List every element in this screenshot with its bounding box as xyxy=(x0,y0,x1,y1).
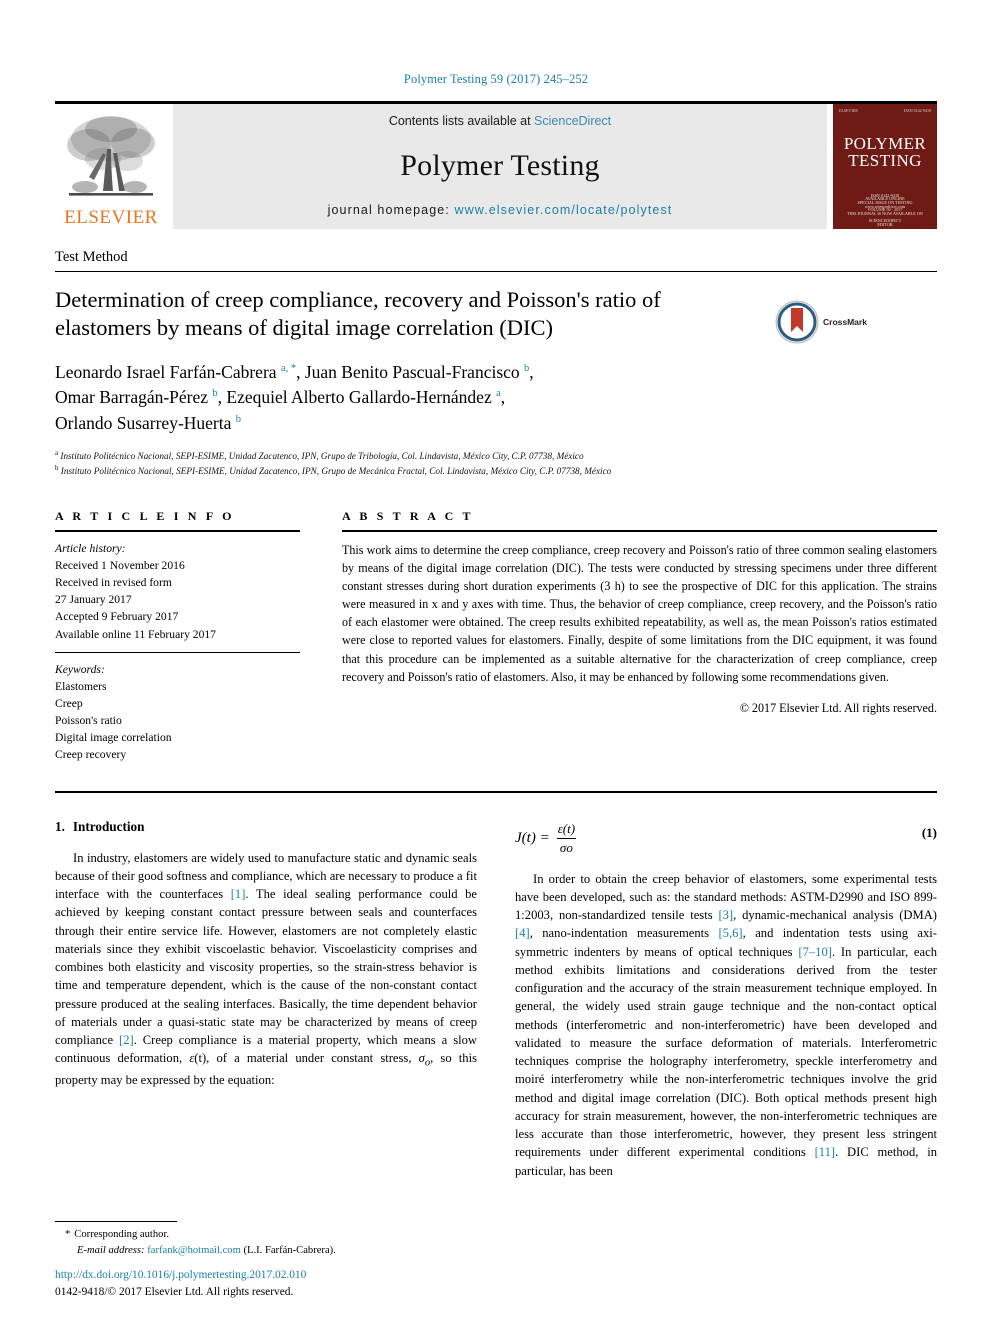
introduction-number: 1. xyxy=(55,818,65,834)
introduction-title: Introduction xyxy=(72,818,145,834)
article-history-label: Article history: xyxy=(55,541,126,555)
cover-title: POLYMER TESTING xyxy=(844,135,926,170)
abstract-block-bottom-rule xyxy=(55,790,937,793)
journal-homepage-link[interactable]: www.elsevier.com/locate/polytest xyxy=(454,203,672,217)
journal-cover-image: ELSEVIER ISSN 0142-9418 POLYMER TESTING I… xyxy=(833,104,937,229)
article-info-header: A R T I C L E I N F O xyxy=(55,508,235,523)
keyword-item: Elastomers xyxy=(55,679,107,693)
author-list: Leonardo Israel Farfán-Cabrera a, *, Jua… xyxy=(55,362,534,433)
right-column: J(t) = ε(t) σo (1) In order to obtain th… xyxy=(515,819,937,1190)
corresponding-author-marker: * xyxy=(65,1229,71,1241)
affiliation-a-marker: a xyxy=(55,449,59,458)
keywords-label: Keywords: xyxy=(55,662,105,676)
email-link[interactable]: farfank@hotmail.com xyxy=(147,1245,241,1256)
history-item: Available online 11 February 2017 xyxy=(55,627,216,641)
article-info-column: A R T I C L E I N F O Article history: R… xyxy=(55,509,300,773)
equation-fraction: ε(t) σo xyxy=(555,821,578,856)
keyword-item: Digital image correlation xyxy=(55,731,172,745)
cover-top-strip: ELSEVIER ISSN 0142-9418 xyxy=(839,108,931,113)
cover-footer-text: AVAILABLE ONLINE www.sciencedirect.com T… xyxy=(847,196,923,223)
affiliation-a-text: Instituto Politécnico Nacional, SEPI-ESI… xyxy=(60,451,584,462)
title-row: Determination of creep compliance, recov… xyxy=(55,286,937,344)
history-item: Received in revised form xyxy=(55,576,172,590)
contents-prefix: Contents lists available at xyxy=(388,114,535,128)
left-column: 1. Introduction In industry, elastomers a… xyxy=(55,819,477,1190)
email-label: E-mail address: xyxy=(77,1245,145,1257)
history-item: 27 January 2017 xyxy=(55,593,132,607)
paper-page: Polymer Testing 59 (2017) 245–252 ELSEVI… xyxy=(0,0,992,1323)
article-history-group: Article history: Received 1 November 201… xyxy=(55,532,300,652)
email-line: E-mail address: farfank@hotmail.com (L.I… xyxy=(55,1243,475,1259)
equation-1: J(t) = ε(t) σo xyxy=(515,821,578,856)
equation-lhs: J(t) = xyxy=(515,829,550,846)
history-item: Accepted 9 February 2017 xyxy=(55,610,179,624)
abstract-text: This work aims to determine the creep co… xyxy=(342,542,937,684)
journal-title: Polymer Testing xyxy=(400,148,600,182)
intro-paragraph-1: In industry, elastomers are widely used … xyxy=(55,850,477,1088)
history-item: Received 1 November 2016 xyxy=(55,558,185,572)
elsevier-wordmark: ELSEVIER xyxy=(64,207,158,228)
masthead-center: Contents lists available at ScienceDirec… xyxy=(173,104,827,229)
intro-paragraph-2: In order to obtain the creep behavior of… xyxy=(515,871,937,1178)
journal-masthead: ELSEVIER Contents lists available at Sci… xyxy=(55,101,937,229)
equation-numerator: ε(t) xyxy=(557,820,576,836)
sciencedirect-link[interactable]: ScienceDirect xyxy=(534,114,611,128)
info-abstract-block: A R T I C L E I N F O Article history: R… xyxy=(55,509,937,773)
affiliation-a: a Instituto Politécnico Nacional, SEPI-E… xyxy=(55,448,937,463)
affiliation-b: b Instituto Politécnico Nacional, SEPI-E… xyxy=(55,463,937,478)
doi-link[interactable]: http://dx.doi.org/10.1016/j.polymertesti… xyxy=(55,1267,515,1284)
keyword-item: Creep xyxy=(55,697,83,710)
equation-number: (1) xyxy=(921,824,937,840)
contents-available-line: Contents lists available at ScienceDirec… xyxy=(389,114,611,128)
affiliation-list: a Instituto Politécnico Nacional, SEPI-E… xyxy=(55,448,937,479)
introduction-heading: 1. Introduction xyxy=(55,819,477,835)
abstract-copyright: © 2017 Elsevier Ltd. All rights reserved… xyxy=(739,700,937,715)
cover-title-line2: TESTING xyxy=(848,151,922,171)
corresponding-author-text: Corresponding author. xyxy=(74,1229,170,1241)
journal-homepage-line: journal homepage: www.elsevier.com/locat… xyxy=(328,203,673,217)
affiliation-b-marker: b xyxy=(55,464,59,473)
crossmark-label: CrossMark xyxy=(823,317,867,327)
equation-1-row: J(t) = ε(t) σo (1) xyxy=(515,821,937,856)
abstract-column: A B S T R A C T This work aims to determ… xyxy=(342,509,937,773)
article-head: Test Method Determination of creep compl… xyxy=(55,229,937,479)
keyword-item: Poisson's ratio xyxy=(55,714,122,728)
keywords-group: Keywords: Elastomers Creep Poisson's rat… xyxy=(55,653,300,773)
keyword-item: Creep recovery xyxy=(55,748,127,762)
homepage-prefix: journal homepage: xyxy=(327,203,455,217)
crossmark-icon xyxy=(775,300,819,344)
email-owner: (L.I. Farfán-Cabrera). xyxy=(243,1245,336,1257)
cover-title-line1: POLYMER xyxy=(843,134,927,153)
issn-copyright-line: 0142-9418/© 2017 Elsevier Ltd. All right… xyxy=(55,1285,294,1298)
equation-denominator: σo xyxy=(556,837,576,856)
doi-block: http://dx.doi.org/10.1016/j.polymertesti… xyxy=(55,1267,515,1301)
footnote-block: * Corresponding author. E-mail address: f… xyxy=(55,1221,475,1259)
crossmark-badge[interactable]: CrossMark xyxy=(775,286,885,344)
body-columns: 1. Introduction In industry, elastomers a… xyxy=(55,819,937,1190)
corresponding-author-line: * Corresponding author. xyxy=(55,1227,475,1243)
elsevier-tree-icon xyxy=(67,116,155,196)
page-title: Determination of creep compliance, recov… xyxy=(55,287,661,341)
footnote-rule xyxy=(55,1221,177,1223)
affiliation-b-text: Instituto Politécnico Nacional, SEPI-ESI… xyxy=(60,466,612,477)
article-section-type: Test Method xyxy=(55,249,937,272)
abstract-header: A B S T R A C T xyxy=(342,508,474,523)
running-head: Polymer Testing 59 (2017) 245–252 xyxy=(403,72,589,86)
elsevier-logo: ELSEVIER xyxy=(55,104,167,229)
